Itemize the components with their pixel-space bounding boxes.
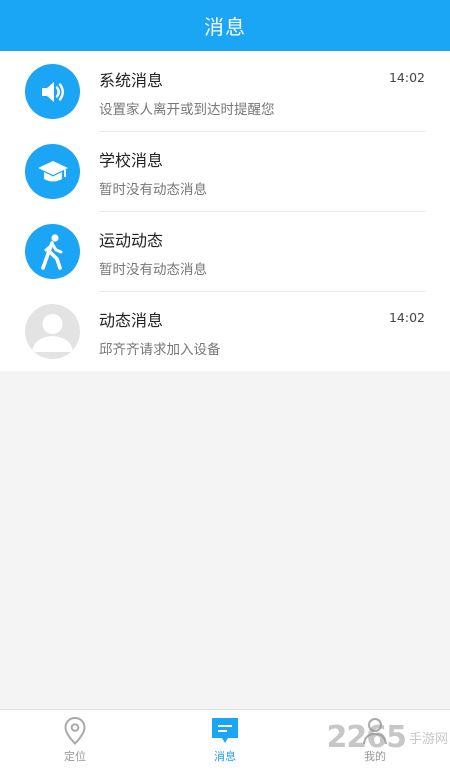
message-subtitle: 设置家人离开或到达时提醒您 <box>99 102 275 118</box>
message-icon <box>212 718 238 743</box>
message-time: 14:02 <box>388 70 425 85</box>
tab-messages[interactable]: 消息 <box>150 710 300 771</box>
message-subtitle: 邱齐齐请求加入设备 <box>99 342 221 358</box>
page-title: 消息 <box>204 15 246 39</box>
tab-label: 我的 <box>364 750 386 763</box>
user-avatar-icon <box>25 304 80 359</box>
message-title: 学校消息 <box>99 151 164 170</box>
bottom-tab-bar: 定位 消息 我的 <box>0 709 450 771</box>
graduation-cap-icon <box>25 144 80 199</box>
message-list: 系统消息 设置家人离开或到达时提醒您 14:02 学校消息 暂时没有动态消息 运… <box>0 51 450 371</box>
message-subtitle: 暂时没有动态消息 <box>99 182 207 198</box>
message-item-system[interactable]: 系统消息 设置家人离开或到达时提醒您 14:02 <box>0 51 450 131</box>
message-item-dynamic[interactable]: 动态消息 邱齐齐请求加入设备 14:02 <box>0 291 450 371</box>
message-title: 运动动态 <box>99 231 164 250</box>
header-bar: 消息 <box>0 0 450 51</box>
tab-label: 定位 <box>64 750 86 763</box>
tab-label: 消息 <box>214 750 236 763</box>
tab-profile[interactable]: 我的 <box>300 710 450 771</box>
message-time: 14:02 <box>388 310 425 325</box>
tab-location[interactable]: 定位 <box>0 710 150 771</box>
message-title: 动态消息 <box>99 311 164 330</box>
profile-icon <box>363 718 387 745</box>
speaker-icon <box>25 64 80 119</box>
walking-person-icon <box>25 224 80 279</box>
message-item-sports[interactable]: 运动动态 暂时没有动态消息 <box>0 211 450 291</box>
location-pin-icon <box>64 716 86 745</box>
message-item-school[interactable]: 学校消息 暂时没有动态消息 <box>0 131 450 211</box>
app-screen: 消息 系统消息 设置家人离开或到达时提醒您 14:02 学校消息 暂时没有动态消… <box>0 0 450 771</box>
message-subtitle: 暂时没有动态消息 <box>99 262 207 278</box>
message-title: 系统消息 <box>99 71 164 90</box>
